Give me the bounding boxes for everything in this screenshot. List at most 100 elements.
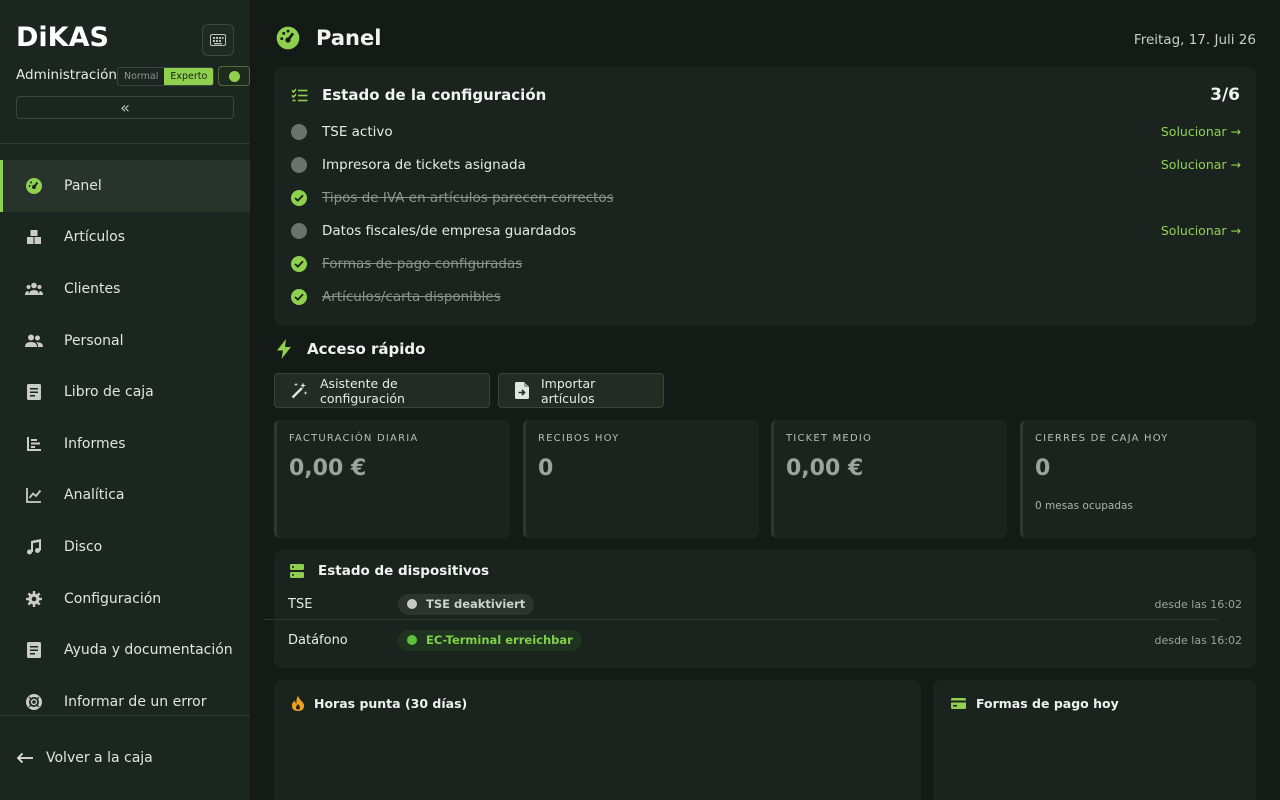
- status-badge: TSE deaktiviert: [398, 593, 535, 615]
- setup-title: Estado de la configuración: [322, 86, 547, 104]
- back-to-pos-link[interactable]: Volver a la caja: [16, 750, 153, 766]
- cashbook-icon: [24, 382, 44, 402]
- checklist-item: Datos fiscales/de empresa guardados Solu…: [291, 214, 1241, 247]
- import-articles-button[interactable]: Importar artículos: [498, 373, 664, 408]
- sidebar-item-label: Panel: [64, 177, 102, 194]
- file-import-icon: [515, 382, 529, 399]
- back-label: Volver a la caja: [46, 750, 153, 766]
- dashboard-icon: [24, 176, 44, 196]
- sidebar-divider: [0, 715, 250, 716]
- device-name: Datáfono: [288, 632, 348, 648]
- kpi-value: 0: [1035, 456, 1051, 481]
- kpi-label: CIERRES DE CAJA HOY: [1035, 433, 1169, 444]
- device-row-tse: TSE TSE deaktiviert desde las 16:02: [288, 586, 1242, 622]
- kpi-label: RECIBOS HOY: [538, 433, 620, 444]
- section-label: Administración: [16, 67, 117, 83]
- checklist-label: Artículos/carta disponibles: [322, 288, 501, 305]
- music-icon: [24, 537, 44, 557]
- peak-hours-card: Horas punta (30 días): [274, 680, 921, 800]
- sidebar-item-label: Artículos: [64, 229, 126, 246]
- mode-expert-option[interactable]: Experto: [164, 68, 214, 85]
- sidebar-item-label: Libro de caja: [64, 384, 154, 401]
- sidebar-nav: Panel Artículos Clientes Personal Libro …: [0, 160, 250, 728]
- status-dot-icon: [407, 599, 417, 609]
- flame-icon: [292, 696, 304, 711]
- checklist-label: Impresora de tickets asignada: [322, 156, 526, 173]
- people-icon: [24, 279, 44, 299]
- kpi-value: 0: [538, 456, 554, 481]
- peak-hours-title: Horas punta (30 días): [314, 696, 468, 711]
- checklist-item: Formas de pago configuradas: [291, 247, 1241, 280]
- check-circle-icon: [291, 288, 307, 305]
- fix-printer-link[interactable]: Solucionar →: [1161, 157, 1241, 172]
- status-text: EC-Terminal erreichbar: [426, 633, 573, 647]
- magic-wand-icon: [291, 382, 308, 399]
- lightning-icon: [277, 339, 291, 359]
- device-row-divider: [264, 619, 1218, 620]
- setup-checklist: TSE activo Solucionar → Impresora de tic…: [291, 115, 1241, 313]
- sidebar: DiKAS Administración Normal Experto « Pa…: [0, 0, 250, 800]
- sidebar-item-ayuda[interactable]: Ayuda y documentación: [0, 624, 250, 676]
- sidebar-item-label: Disco: [64, 538, 103, 555]
- kpi-card-closures-today: CIERRES DE CAJA HOY 0 0 mesas ocupadas: [1020, 420, 1256, 538]
- checklist-label: Formas de pago configuradas: [322, 255, 523, 272]
- payment-methods-title: Formas de pago hoy: [976, 696, 1119, 711]
- keyboard-button[interactable]: [202, 24, 234, 56]
- fix-tse-link[interactable]: Solucionar →: [1161, 124, 1241, 139]
- sidebar-item-clientes[interactable]: Clientes: [0, 263, 250, 315]
- gear-icon: [24, 589, 44, 609]
- main-content: Panel Freitag, 17. Juli 26 Estado de la …: [250, 0, 1280, 800]
- kpi-card-daily-revenue: FACTURACIÓN DIARIA 0,00 €: [274, 420, 510, 538]
- sidebar-item-informes[interactable]: Informes: [0, 418, 250, 470]
- mode-toggle[interactable]: Normal Experto: [117, 67, 215, 86]
- kpi-card-receipts-today: RECIBOS HOY 0: [523, 420, 759, 538]
- device-status-header: Estado de dispositivos: [290, 563, 489, 579]
- setup-header: Estado de la configuración: [291, 86, 546, 104]
- pending-status-icon: [291, 222, 307, 239]
- setup-progress-count: 3/6: [1210, 85, 1240, 105]
- checklist-item: Tipos de IVA en artículos parecen correc…: [291, 181, 1241, 214]
- status-since: desde las 16:02: [1154, 597, 1242, 611]
- check-circle-icon: [291, 255, 307, 272]
- double-chevron-left-icon: «: [120, 98, 130, 117]
- quick-access-title: Acceso rápido: [307, 340, 426, 358]
- credit-card-icon: [951, 698, 966, 709]
- sidebar-item-libro-de-caja[interactable]: Libro de caja: [0, 366, 250, 418]
- kpi-card-average-ticket: TICKET MEDIO 0,00 €: [771, 420, 1007, 538]
- staff-icon: [24, 331, 44, 351]
- sidebar-item-disco[interactable]: Disco: [0, 521, 250, 573]
- sidebar-item-informar-error[interactable]: Informar de un error: [0, 676, 250, 728]
- setup-wizard-button[interactable]: Asistente de configuración: [274, 373, 490, 408]
- sidebar-item-articulos[interactable]: Artículos: [0, 212, 250, 264]
- device-status-title: Estado de dispositivos: [318, 563, 490, 579]
- dashboard-icon: [276, 26, 300, 50]
- sidebar-item-analitica[interactable]: Analítica: [0, 470, 250, 522]
- status-since: desde las 16:02: [1154, 633, 1242, 647]
- sidebar-item-label: Analítica: [64, 487, 125, 504]
- checklist-item: TSE activo Solucionar →: [291, 115, 1241, 148]
- mode-normal-option[interactable]: Normal: [118, 68, 164, 85]
- app-logo[interactable]: DiKAS: [16, 22, 109, 53]
- sidebar-item-label: Informar de un error: [64, 693, 207, 710]
- sidebar-item-label: Clientes: [64, 280, 121, 297]
- fix-company-data-link[interactable]: Solucionar →: [1161, 223, 1241, 238]
- peak-hours-header: Horas punta (30 días): [292, 696, 467, 711]
- page-header: Panel: [276, 26, 381, 50]
- checklist-label: TSE activo: [322, 123, 393, 140]
- checklist-icon: [291, 88, 308, 101]
- pending-status-icon: [291, 123, 307, 140]
- payment-methods-header: Formas de pago hoy: [951, 696, 1119, 711]
- payment-methods-card: Formas de pago hoy: [933, 680, 1256, 800]
- status-badge: EC-Terminal erreichbar: [398, 629, 582, 651]
- sidebar-divider: [0, 143, 250, 144]
- sidebar-item-configuracion[interactable]: Configuración: [0, 573, 250, 625]
- help-button[interactable]: [218, 66, 250, 86]
- checklist-item: Artículos/carta disponibles: [291, 280, 1241, 313]
- page-title: Panel: [316, 26, 382, 50]
- lifebuoy-icon: [24, 692, 44, 712]
- sidebar-item-personal[interactable]: Personal: [0, 315, 250, 367]
- collapse-sidebar-button[interactable]: «: [16, 96, 234, 119]
- kpi-value: 0,00 €: [289, 456, 367, 481]
- kpi-subtext: 0 mesas ocupadas: [1035, 500, 1133, 512]
- sidebar-item-panel[interactable]: Panel: [0, 160, 250, 212]
